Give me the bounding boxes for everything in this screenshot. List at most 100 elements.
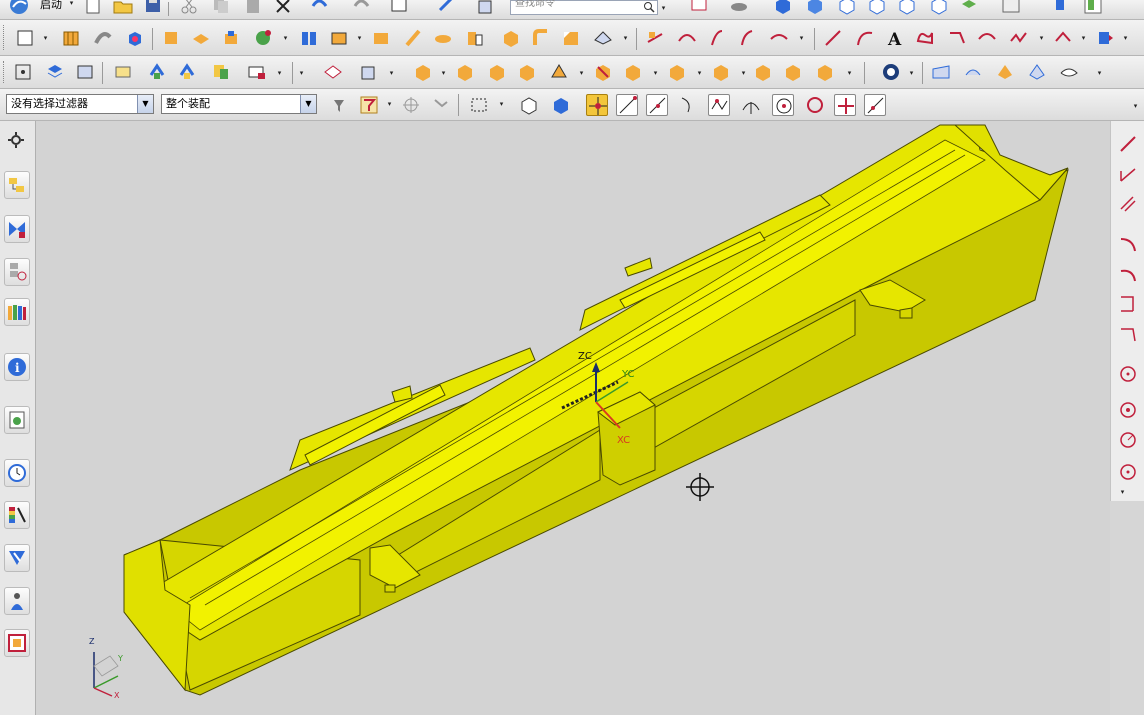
pattern-face-icon[interactable] xyxy=(710,61,732,83)
line-icon[interactable] xyxy=(1117,133,1139,155)
fillet-icon[interactable] xyxy=(1117,293,1139,315)
end-point-icon[interactable] xyxy=(616,94,638,116)
sew-icon[interactable] xyxy=(146,61,168,83)
part-model[interactable] xyxy=(36,121,1110,715)
intersection-point-icon[interactable] xyxy=(708,94,730,116)
point-set-icon[interactable] xyxy=(12,61,34,83)
chevron-down-icon[interactable]: ▾ xyxy=(622,35,629,42)
select-face-icon[interactable] xyxy=(518,94,540,116)
swoop-icon[interactable] xyxy=(1058,61,1080,83)
circle-center-icon[interactable] xyxy=(772,94,794,116)
parallel-line-icon[interactable] xyxy=(1117,193,1139,215)
intersection-curve-icon[interactable] xyxy=(1052,27,1074,49)
hole-icon[interactable] xyxy=(252,27,274,49)
view-top-icon[interactable] xyxy=(804,0,826,16)
view-iso-icon[interactable] xyxy=(772,0,794,16)
pull-face-icon[interactable] xyxy=(454,61,476,83)
command-search-input[interactable]: 查找命令 xyxy=(510,0,658,15)
select-solid-icon[interactable] xyxy=(550,94,572,116)
curve-length-icon[interactable] xyxy=(706,27,728,49)
resize-face-icon[interactable] xyxy=(814,61,836,83)
label-icon[interactable] xyxy=(246,61,268,83)
chevron-down-icon[interactable]: ▼ xyxy=(300,95,316,113)
move-face-icon[interactable] xyxy=(412,61,434,83)
circle-center-point-icon[interactable] xyxy=(1117,399,1139,421)
chevron-down-icon[interactable]: ▾ xyxy=(1038,35,1045,42)
arc-icon[interactable] xyxy=(854,27,876,49)
control-point-icon[interactable] xyxy=(676,94,698,116)
styled-corner-icon[interactable] xyxy=(1026,61,1048,83)
sketch-icon[interactable] xyxy=(14,27,36,49)
start-menu-label[interactable]: 启动 xyxy=(40,0,62,12)
cut-face-icon[interactable] xyxy=(666,61,688,83)
line-at-point-icon[interactable] xyxy=(1117,163,1139,185)
chevron-down-icon[interactable]: ▾ xyxy=(578,70,585,77)
point-on-curve-icon[interactable] xyxy=(864,94,886,116)
web-browser-icon[interactable] xyxy=(4,406,30,434)
snap-view-icon[interactable] xyxy=(688,0,710,16)
layer-settings-icon[interactable] xyxy=(44,61,66,83)
paste-face-icon[interactable] xyxy=(782,61,804,83)
chevron-down-icon[interactable]: ▾ xyxy=(298,70,305,77)
offset-curve-icon[interactable] xyxy=(946,27,968,49)
chevron-down-icon[interactable]: ▾ xyxy=(386,101,393,108)
mirror-face-icon[interactable] xyxy=(752,61,774,83)
through-curves-icon[interactable] xyxy=(322,61,344,83)
styled-blend-icon[interactable] xyxy=(994,61,1016,83)
paste-icon[interactable] xyxy=(242,0,264,16)
chevron-down-icon[interactable]: ▾ xyxy=(68,0,75,7)
chevron-down-icon[interactable]: ▾ xyxy=(1096,70,1103,77)
wcs-icon[interactable] xyxy=(112,61,134,83)
extrude-icon[interactable] xyxy=(60,27,82,49)
constraint-navigator-icon[interactable] xyxy=(4,215,30,243)
chevron-down-icon[interactable]: ▾ xyxy=(846,70,853,77)
extract-curve-icon[interactable] xyxy=(1094,27,1116,49)
trim-body-icon[interactable] xyxy=(370,27,392,49)
tangent-arc-icon[interactable] xyxy=(1117,263,1139,285)
pocket-icon[interactable] xyxy=(220,27,242,49)
assembly-icon[interactable] xyxy=(1052,0,1074,16)
split-body-icon[interactable] xyxy=(402,27,424,49)
patch-icon[interactable] xyxy=(176,61,198,83)
shading-icon[interactable] xyxy=(880,61,902,83)
system-materials-icon[interactable] xyxy=(4,501,30,529)
delete-face-icon[interactable] xyxy=(592,61,614,83)
chevron-down-icon[interactable]: ▼ xyxy=(137,95,153,113)
show-hide-icon[interactable] xyxy=(474,0,496,18)
chevron-down-icon[interactable]: ▾ xyxy=(440,70,447,77)
chamfer-curve-icon[interactable] xyxy=(1117,323,1139,345)
view-bottom-icon[interactable] xyxy=(928,0,950,16)
select-features-icon[interactable] xyxy=(400,94,422,116)
chevron-down-icon[interactable]: ▾ xyxy=(356,35,363,42)
arc-icon[interactable] xyxy=(1117,233,1139,255)
view-front-icon[interactable] xyxy=(836,0,858,16)
studio-surface-icon[interactable] xyxy=(930,61,952,83)
pad-icon[interactable] xyxy=(190,27,212,49)
text-icon[interactable]: A xyxy=(884,27,906,49)
draft-icon[interactable] xyxy=(500,27,522,49)
chevron-down-icon[interactable]: ▾ xyxy=(282,35,289,42)
circle-icon[interactable] xyxy=(1117,363,1139,385)
edit-object-icon[interactable] xyxy=(436,0,458,16)
block-icon[interactable] xyxy=(124,27,146,49)
move-to-layer-icon[interactable] xyxy=(74,61,96,83)
settings-icon[interactable] xyxy=(4,127,30,155)
unite-icon[interactable] xyxy=(210,61,232,83)
view-right-icon[interactable] xyxy=(866,0,888,16)
graphics-window[interactable]: ZC YC XC Z Y X xyxy=(36,121,1110,715)
select-body-icon[interactable] xyxy=(430,94,452,116)
arc-center-icon[interactable] xyxy=(740,94,762,116)
reference-set-icon[interactable] xyxy=(1082,0,1104,16)
new-file-icon[interactable] xyxy=(82,0,104,16)
fit-view-icon[interactable] xyxy=(388,0,410,16)
open-folder-icon[interactable] xyxy=(112,0,134,16)
thicken-icon[interactable] xyxy=(432,27,454,49)
chevron-down-icon[interactable]: ▾ xyxy=(498,101,505,108)
background-color-icon[interactable] xyxy=(1000,0,1022,16)
start-logo-icon[interactable] xyxy=(8,0,30,16)
edit-curve-icon[interactable] xyxy=(768,27,790,49)
styled-sweep-icon[interactable] xyxy=(962,61,984,83)
chevron-down-icon[interactable]: ▾ xyxy=(1132,103,1139,110)
chevron-down-icon[interactable]: ▾ xyxy=(660,5,667,12)
stretch-curve-icon[interactable] xyxy=(736,27,758,49)
